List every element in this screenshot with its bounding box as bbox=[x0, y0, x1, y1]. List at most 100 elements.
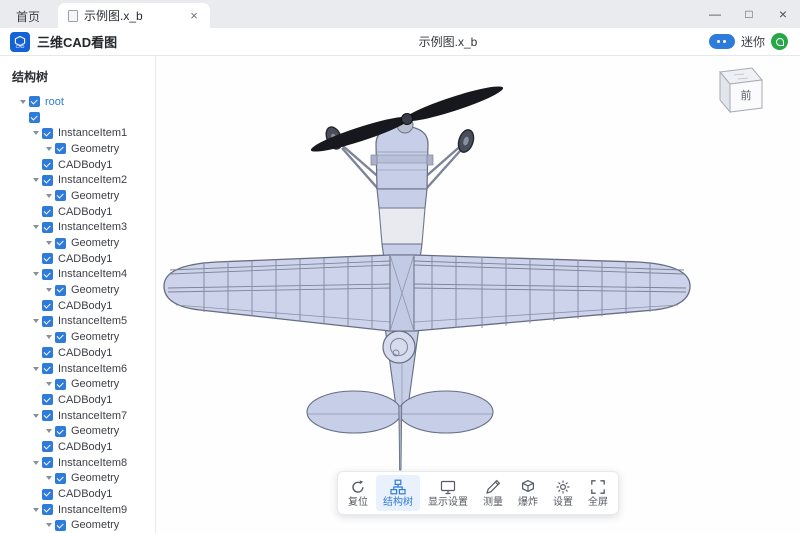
tree-node-label[interactable]: CADBody1 bbox=[58, 300, 112, 312]
checkbox-checked[interactable] bbox=[42, 457, 53, 468]
toolbar-item-reset[interactable]: 复位 bbox=[341, 475, 375, 511]
tree-row[interactable]: root bbox=[0, 94, 155, 110]
checkbox-checked[interactable] bbox=[55, 520, 66, 531]
tree-row[interactable] bbox=[0, 110, 155, 126]
tree-node-label[interactable]: root bbox=[45, 96, 64, 108]
tree-node-label[interactable]: Geometry bbox=[71, 284, 119, 296]
toolbar-item-measure[interactable]: 测量 bbox=[476, 475, 510, 511]
caret-down-icon[interactable] bbox=[16, 100, 29, 104]
caret-down-icon[interactable] bbox=[42, 429, 55, 433]
tree-node-label[interactable]: Geometry bbox=[71, 190, 119, 202]
tree-row[interactable]: CADBody1 bbox=[0, 486, 155, 502]
mini-mode-label[interactable]: 迷你 bbox=[741, 33, 765, 50]
tree-row[interactable]: Geometry bbox=[0, 423, 155, 439]
caret-down-icon[interactable] bbox=[42, 288, 55, 292]
tree-node-label[interactable]: Geometry bbox=[71, 472, 119, 484]
caret-down-icon[interactable] bbox=[29, 461, 42, 465]
checkbox-checked[interactable] bbox=[29, 112, 40, 123]
tree-node-label[interactable]: InstanceItem1 bbox=[58, 127, 127, 139]
checkbox-checked[interactable] bbox=[55, 190, 66, 201]
tree-node-label[interactable]: Geometry bbox=[71, 425, 119, 437]
tree-row[interactable]: CADBody1 bbox=[0, 298, 155, 314]
tree-node-label[interactable]: InstanceItem5 bbox=[58, 315, 127, 327]
tree-row[interactable]: CADBody1 bbox=[0, 157, 155, 173]
tree-node-label[interactable]: Geometry bbox=[71, 237, 119, 249]
tree-row[interactable]: Geometry bbox=[0, 518, 155, 533]
tree-node-label[interactable]: InstanceItem8 bbox=[58, 457, 127, 469]
tree-row[interactable]: InstanceItem3 bbox=[0, 220, 155, 236]
checkbox-checked[interactable] bbox=[42, 410, 53, 421]
tree-node-label[interactable]: InstanceItem9 bbox=[58, 504, 127, 516]
checkbox-checked[interactable] bbox=[55, 238, 66, 249]
tree-row[interactable]: Geometry bbox=[0, 188, 155, 204]
cad-model-airplane[interactable] bbox=[156, 56, 800, 533]
checkbox-checked[interactable] bbox=[42, 394, 53, 405]
checkbox-checked[interactable] bbox=[42, 159, 53, 170]
caret-down-icon[interactable] bbox=[29, 178, 42, 182]
caret-down-icon[interactable] bbox=[29, 319, 42, 323]
minimize-button[interactable]: — bbox=[698, 0, 732, 28]
tab-home[interactable]: 首页 bbox=[0, 4, 58, 28]
tree-row[interactable]: InstanceItem6 bbox=[0, 361, 155, 377]
customer-service-icon[interactable] bbox=[771, 33, 788, 50]
checkbox-checked[interactable] bbox=[42, 363, 53, 374]
tree-node-label[interactable]: InstanceItem7 bbox=[58, 410, 127, 422]
caret-down-icon[interactable] bbox=[29, 131, 42, 135]
tree-row[interactable]: CADBody1 bbox=[0, 251, 155, 267]
checkbox-checked[interactable] bbox=[55, 143, 66, 154]
toolbar-item-explode[interactable]: 爆炸 bbox=[511, 475, 545, 511]
tree-row[interactable]: InstanceItem5 bbox=[0, 314, 155, 330]
caret-down-icon[interactable] bbox=[29, 272, 42, 276]
checkbox-checked[interactable] bbox=[42, 253, 53, 264]
tree-row[interactable]: InstanceItem8 bbox=[0, 455, 155, 471]
tree-row[interactable]: InstanceItem9 bbox=[0, 502, 155, 518]
tree-node-label[interactable]: CADBody1 bbox=[58, 441, 112, 453]
caret-down-icon[interactable] bbox=[42, 241, 55, 245]
checkbox-checked[interactable] bbox=[29, 96, 40, 107]
tree-node-label[interactable]: Geometry bbox=[71, 331, 119, 343]
toolbar-item-fullscreen[interactable]: 全屏 bbox=[581, 475, 615, 511]
checkbox-checked[interactable] bbox=[55, 426, 66, 437]
tree-row[interactable]: InstanceItem7 bbox=[0, 408, 155, 424]
tree-node-label[interactable]: InstanceItem6 bbox=[58, 363, 127, 375]
tree-node-label[interactable]: CADBody1 bbox=[58, 253, 112, 265]
caret-down-icon[interactable] bbox=[29, 225, 42, 229]
checkbox-checked[interactable] bbox=[42, 347, 53, 358]
checkbox-checked[interactable] bbox=[42, 128, 53, 139]
checkbox-checked[interactable] bbox=[55, 285, 66, 296]
tree-row[interactable]: Geometry bbox=[0, 376, 155, 392]
checkbox-checked[interactable] bbox=[42, 489, 53, 500]
maximize-button[interactable]: □ bbox=[732, 0, 766, 28]
toolbar-item-display-settings[interactable]: 显示设置 bbox=[421, 475, 475, 511]
tree-node-label[interactable]: CADBody1 bbox=[58, 347, 112, 359]
checkbox-checked[interactable] bbox=[55, 379, 66, 390]
tree-node-label[interactable]: CADBody1 bbox=[58, 394, 112, 406]
tree-row[interactable]: Geometry bbox=[0, 235, 155, 251]
tree-row[interactable]: CADBody1 bbox=[0, 204, 155, 220]
tree-node-label[interactable]: CADBody1 bbox=[58, 159, 112, 171]
close-button[interactable]: × bbox=[766, 0, 800, 28]
mini-mode-icon[interactable] bbox=[709, 34, 735, 49]
tree-node-label[interactable]: InstanceItem3 bbox=[58, 221, 127, 233]
caret-down-icon[interactable] bbox=[29, 414, 42, 418]
caret-down-icon[interactable] bbox=[29, 367, 42, 371]
tree-node-label[interactable]: Geometry bbox=[71, 378, 119, 390]
tree-node-label[interactable]: CADBody1 bbox=[58, 488, 112, 500]
checkbox-checked[interactable] bbox=[42, 316, 53, 327]
toolbar-item-settings[interactable]: 设置 bbox=[546, 475, 580, 511]
caret-down-icon[interactable] bbox=[42, 476, 55, 480]
tree-row[interactable]: InstanceItem4 bbox=[0, 267, 155, 283]
tree-row[interactable]: CADBody1 bbox=[0, 439, 155, 455]
caret-down-icon[interactable] bbox=[29, 508, 42, 512]
tree-row[interactable]: CADBody1 bbox=[0, 392, 155, 408]
checkbox-checked[interactable] bbox=[42, 300, 53, 311]
caret-down-icon[interactable] bbox=[42, 382, 55, 386]
viewport-3d[interactable]: 前 复位 结构树 显示设置 测量 爆炸 设置 全屏 bbox=[156, 56, 800, 533]
tree-row[interactable]: InstanceItem1 bbox=[0, 125, 155, 141]
tree-node-label[interactable]: InstanceItem4 bbox=[58, 268, 127, 280]
view-cube[interactable]: 前 bbox=[706, 60, 772, 120]
tree-node-label[interactable]: Geometry bbox=[71, 143, 119, 155]
caret-down-icon[interactable] bbox=[42, 335, 55, 339]
tree-row[interactable]: Geometry bbox=[0, 141, 155, 157]
checkbox-checked[interactable] bbox=[42, 441, 53, 452]
